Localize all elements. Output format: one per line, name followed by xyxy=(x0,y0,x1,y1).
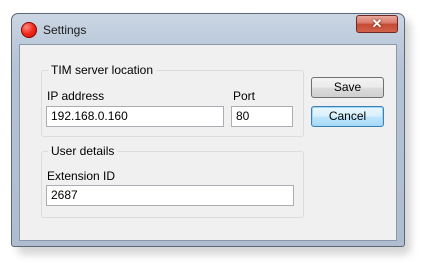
port-field[interactable]: 80 xyxy=(231,106,293,127)
save-button[interactable]: Save xyxy=(311,77,384,98)
dialog-content: TIM server location IP address Port 192.… xyxy=(19,44,397,241)
window-title: Settings xyxy=(43,23,87,37)
port-label: Port xyxy=(233,89,256,103)
cancel-button[interactable]: Cancel xyxy=(311,106,384,127)
red-circle-icon xyxy=(21,22,37,38)
user-details-group-title: User details xyxy=(48,144,118,158)
ip-address-label: IP address xyxy=(47,89,105,103)
server-location-group-title: TIM server location xyxy=(48,63,157,77)
close-icon: ✕ xyxy=(371,16,383,31)
ip-address-field[interactable]: 192.168.0.160 xyxy=(46,106,224,127)
extension-id-label: Extension ID xyxy=(47,169,116,183)
close-button[interactable]: ✕ xyxy=(356,15,398,33)
extension-id-field[interactable]: 2687 xyxy=(46,185,294,206)
settings-dialog: Settings ✕ TIM server location IP addres… xyxy=(11,13,405,247)
title-bar[interactable]: Settings ✕ xyxy=(12,14,404,44)
